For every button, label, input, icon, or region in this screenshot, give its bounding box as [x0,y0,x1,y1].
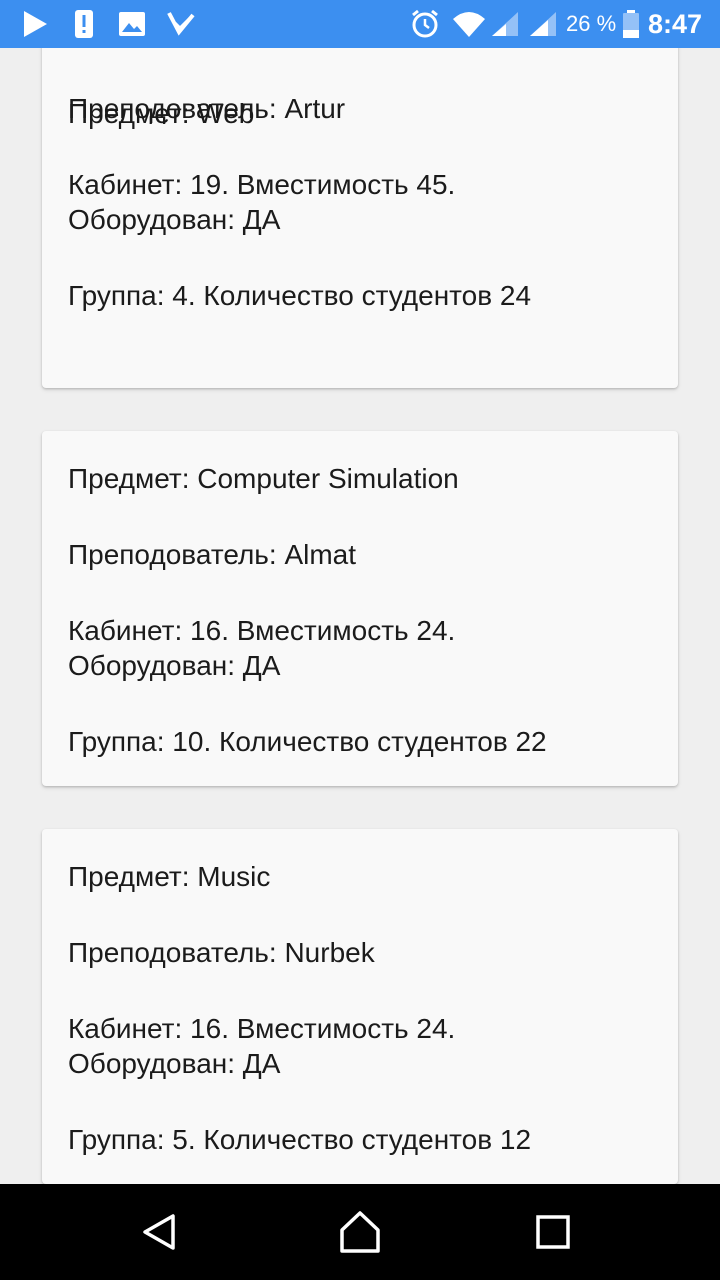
card-subject: Предмет: Computer Simulation [68,463,459,494]
task-check-icon [166,0,196,48]
schedule-card: Предмет: Web Преподователь: Artur Кабине… [42,48,678,388]
card-room-line1: Кабинет: 16. Вместимость 24. [68,615,456,646]
alert-icon [74,0,94,48]
clock-time: 8:47 [648,9,703,39]
card-subject: Предмет: Music [68,861,271,892]
schedule-card: Предмет: Music Преподователь: Nurbek Каб… [42,829,678,1184]
battery-icon [622,0,640,48]
home-icon [340,1211,380,1253]
schedule-card: Предмет: Computer Simulation Преподовате… [42,431,678,786]
battery-percent: 26 % [566,11,617,36]
status-bar: 26 % 8:47 [0,0,720,48]
signal-icon [490,0,520,48]
recents-icon [536,1215,570,1249]
back-icon [143,1214,175,1250]
signal-icon [528,0,558,48]
card-group: Группа: 10. Количество студентов 22 [68,726,547,757]
card-teacher: Преподователь: Almat [68,539,357,570]
card-teacher: Преподователь: Artur [68,93,346,124]
wifi-icon [452,0,486,48]
card-group: Группа: 5. Количество студентов 12 [68,1124,532,1155]
card-room-line2: Оборудован: ДА [68,650,281,681]
home-button[interactable] [312,1184,408,1280]
navigation-bar [0,1184,720,1280]
card-room-line1: Кабинет: 19. Вместимость 45. [68,169,456,200]
image-icon [118,0,146,48]
recents-button[interactable] [505,1184,601,1280]
card-room-line2: Оборудован: ДА [68,1048,281,1079]
card-teacher: Преподователь: Nurbek [68,937,375,968]
schedule-list[interactable]: Предмет: Web Преподователь: Artur Кабине… [0,48,720,1184]
card-room-line2: Оборудован: ДА [68,204,281,235]
back-button[interactable] [112,1184,208,1280]
play-store-icon [22,0,48,48]
card-group: Группа: 4. Количество студентов 24 [68,280,532,311]
card-room-line1: Кабинет: 16. Вместимость 24. [68,1013,456,1044]
alarm-icon [410,0,440,48]
